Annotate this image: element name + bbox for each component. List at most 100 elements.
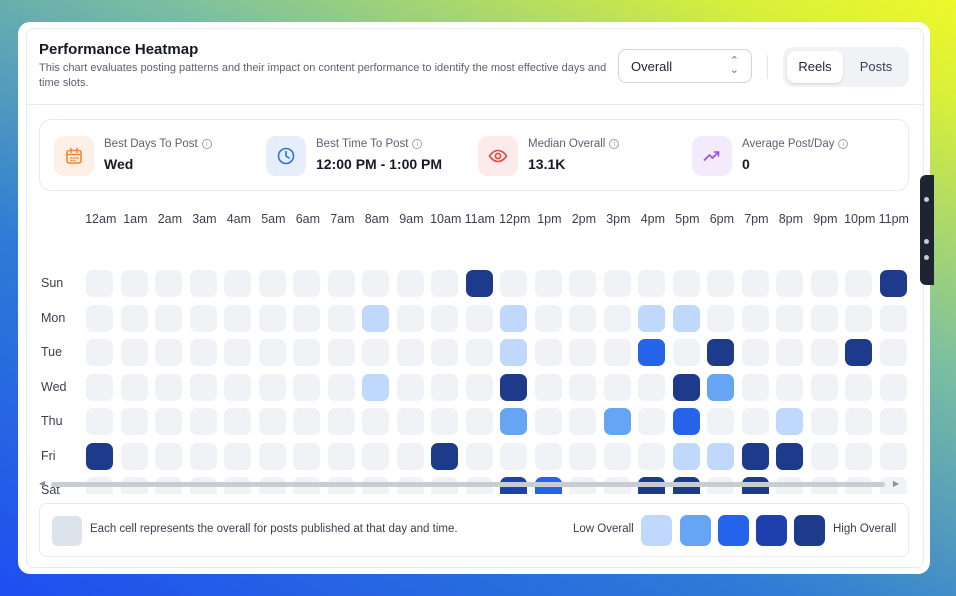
- heatmap-cell[interactable]: [155, 339, 182, 366]
- heatmap-cell[interactable]: [707, 442, 734, 470]
- heatmap-cell[interactable]: [465, 442, 493, 470]
- heatmap-cell[interactable]: [224, 304, 251, 332]
- heatmap-cell[interactable]: [638, 339, 665, 366]
- horizontal-scrollbar[interactable]: ◀ ▶: [39, 478, 899, 488]
- heatmap-cell[interactable]: [534, 442, 562, 470]
- heatmap-cell[interactable]: [534, 304, 562, 332]
- heatmap-cell[interactable]: [293, 408, 320, 435]
- heatmap-cell[interactable]: [672, 304, 700, 332]
- heatmap-cell[interactable]: [845, 304, 872, 332]
- info-icon[interactable]: i: [412, 139, 423, 149]
- heatmap-cell[interactable]: [879, 304, 907, 332]
- heatmap-cell[interactable]: [120, 373, 148, 401]
- heatmap-cell[interactable]: [810, 442, 838, 470]
- heatmap-cell[interactable]: [776, 270, 803, 297]
- heatmap-cell[interactable]: [86, 339, 113, 366]
- heatmap-cell[interactable]: [672, 442, 700, 470]
- tab-posts[interactable]: Posts: [847, 51, 905, 83]
- heatmap-cell[interactable]: [327, 442, 355, 470]
- heatmap-cell[interactable]: [189, 442, 217, 470]
- heatmap-cell[interactable]: [396, 270, 424, 297]
- heatmap-cell[interactable]: [845, 442, 872, 470]
- info-icon[interactable]: i: [609, 139, 620, 149]
- heatmap-cell[interactable]: [465, 373, 493, 401]
- heatmap-cell[interactable]: [189, 373, 217, 401]
- heatmap-cell[interactable]: [155, 270, 182, 297]
- heatmap-cell[interactable]: [396, 304, 424, 332]
- heatmap-cell[interactable]: [224, 270, 251, 297]
- heatmap-cell[interactable]: [879, 339, 907, 366]
- heatmap-cell[interactable]: [569, 408, 596, 435]
- heatmap-cell[interactable]: [293, 373, 320, 401]
- heatmap-cell[interactable]: [707, 304, 734, 332]
- heatmap-cell[interactable]: [776, 442, 803, 470]
- heatmap-cell[interactable]: [293, 304, 320, 332]
- scroll-left-icon[interactable]: ◀: [39, 479, 45, 488]
- heatmap-cell[interactable]: [327, 408, 355, 435]
- heatmap-cell[interactable]: [327, 304, 355, 332]
- heatmap-cell[interactable]: [431, 270, 458, 297]
- side-feedback-tab[interactable]: [920, 175, 934, 285]
- heatmap-cell[interactable]: [86, 408, 113, 435]
- heatmap-cell[interactable]: [638, 408, 665, 435]
- heatmap-cell[interactable]: [431, 304, 458, 332]
- heatmap-cell[interactable]: [86, 270, 113, 297]
- heatmap-cell[interactable]: [707, 408, 734, 435]
- heatmap-cell[interactable]: [431, 442, 458, 470]
- heatmap-cell[interactable]: [672, 270, 700, 297]
- heatmap-cell[interactable]: [258, 408, 286, 435]
- heatmap-cell[interactable]: [845, 373, 872, 401]
- heatmap-cell[interactable]: [86, 442, 113, 470]
- heatmap-cell[interactable]: [155, 408, 182, 435]
- heatmap-cell[interactable]: [327, 373, 355, 401]
- heatmap-cell[interactable]: [534, 373, 562, 401]
- heatmap-cell[interactable]: [603, 373, 631, 401]
- heatmap-cell[interactable]: [500, 373, 527, 401]
- heatmap-cell[interactable]: [638, 373, 665, 401]
- heatmap-cell[interactable]: [603, 270, 631, 297]
- heatmap-cell[interactable]: [879, 408, 907, 435]
- info-icon[interactable]: i: [201, 139, 212, 149]
- heatmap-cell[interactable]: [534, 408, 562, 435]
- heatmap-cell[interactable]: [603, 408, 631, 435]
- heatmap-cell[interactable]: [431, 373, 458, 401]
- heatmap-cell[interactable]: [465, 408, 493, 435]
- heatmap-cell[interactable]: [396, 339, 424, 366]
- heatmap-cell[interactable]: [569, 304, 596, 332]
- heatmap-cell[interactable]: [672, 339, 700, 366]
- heatmap-cell[interactable]: [120, 408, 148, 435]
- heatmap-cell[interactable]: [224, 442, 251, 470]
- heatmap-cell[interactable]: [810, 373, 838, 401]
- heatmap-cell[interactable]: [741, 408, 769, 435]
- info-icon[interactable]: i: [838, 139, 849, 149]
- heatmap-cell[interactable]: [672, 408, 700, 435]
- heatmap-cell[interactable]: [776, 373, 803, 401]
- heatmap-cell[interactable]: [431, 408, 458, 435]
- heatmap-cell[interactable]: [638, 270, 665, 297]
- heatmap-cell[interactable]: [741, 270, 769, 297]
- heatmap-cell[interactable]: [327, 270, 355, 297]
- heatmap-cell[interactable]: [810, 408, 838, 435]
- heatmap-cell[interactable]: [879, 270, 907, 297]
- heatmap-cell[interactable]: [707, 270, 734, 297]
- heatmap-cell[interactable]: [120, 304, 148, 332]
- heatmap-cell[interactable]: [362, 442, 389, 470]
- heatmap-cell[interactable]: [362, 339, 389, 366]
- heatmap-cell[interactable]: [741, 442, 769, 470]
- heatmap-cell[interactable]: [569, 442, 596, 470]
- heatmap-cell[interactable]: [224, 408, 251, 435]
- heatmap-cell[interactable]: [189, 339, 217, 366]
- tab-reels[interactable]: Reels: [787, 51, 843, 83]
- heatmap-cell[interactable]: [845, 408, 872, 435]
- heatmap-cell[interactable]: [224, 373, 251, 401]
- heatmap-cell[interactable]: [189, 270, 217, 297]
- heatmap-cell[interactable]: [396, 442, 424, 470]
- heatmap-cell[interactable]: [258, 373, 286, 401]
- heatmap-cell[interactable]: [603, 339, 631, 366]
- heatmap-cell[interactable]: [500, 304, 527, 332]
- metric-select[interactable]: Overall ⌃ ⌄: [618, 49, 752, 83]
- heatmap-cell[interactable]: [845, 339, 872, 366]
- heatmap-cell[interactable]: [189, 304, 217, 332]
- heatmap-cell[interactable]: [879, 373, 907, 401]
- heatmap-cell[interactable]: [155, 304, 182, 332]
